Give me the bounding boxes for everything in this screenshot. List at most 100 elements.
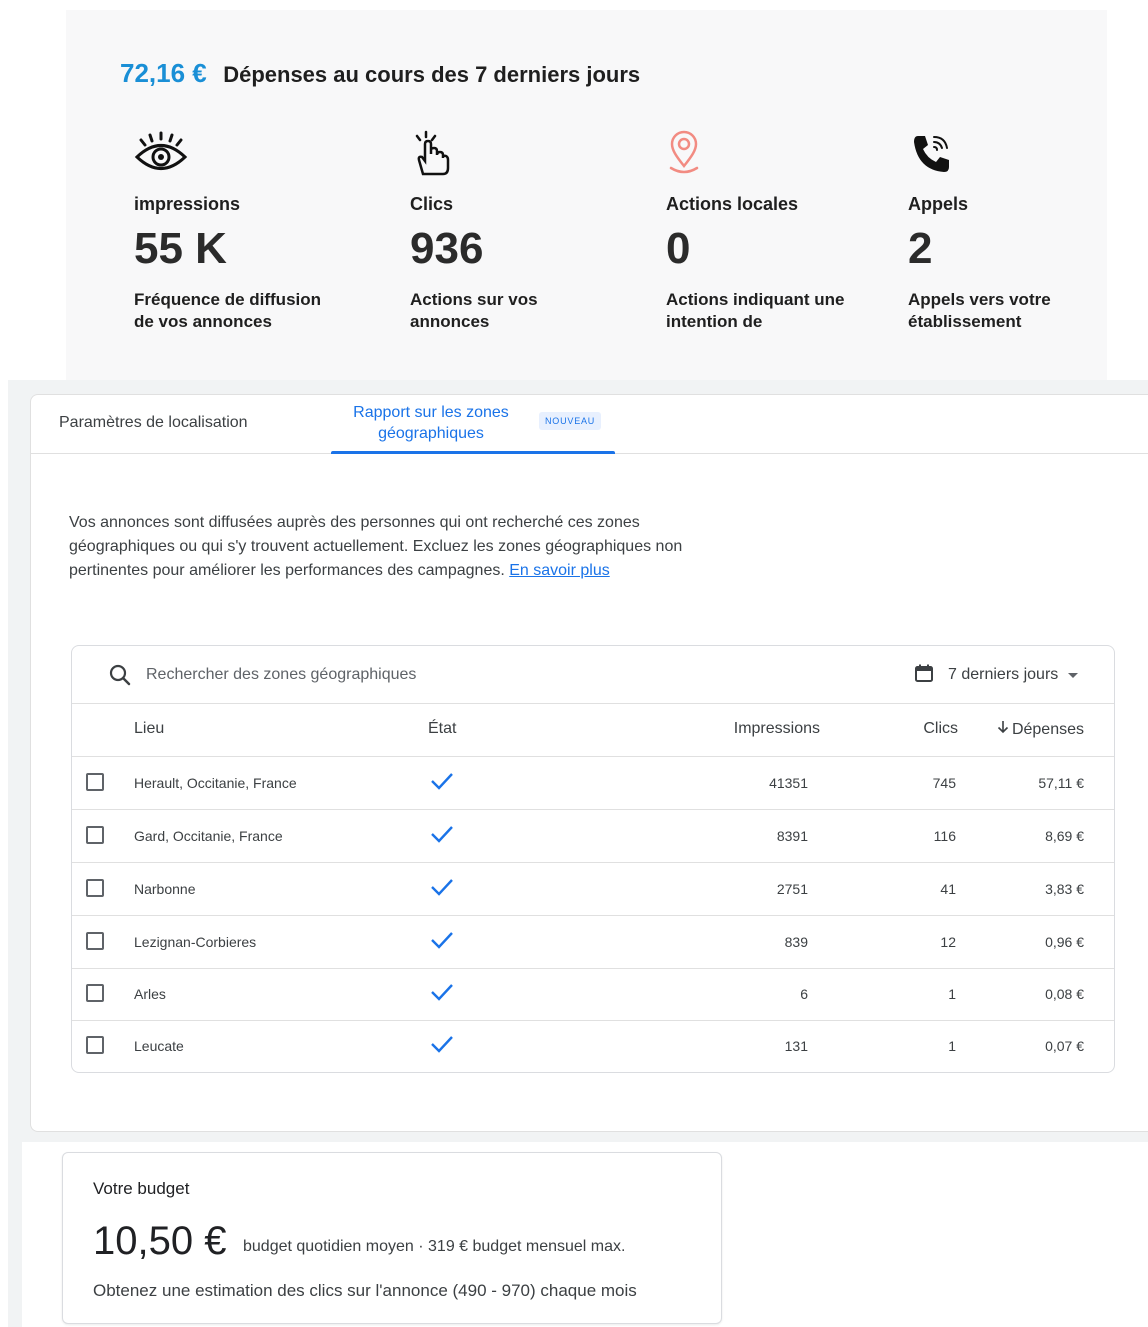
- tab-geo-report[interactable]: Rapport sur les zones géographiques NOUV…: [331, 402, 615, 454]
- tab-geo-report-line: Rapport sur les zones: [353, 404, 509, 421]
- metric-label: Appels: [908, 194, 969, 214]
- table-row: Arles 6 1 0,08 €: [72, 968, 1114, 1021]
- sort-arrow-down-icon: [997, 720, 1009, 739]
- metric-value: 55 K: [134, 224, 227, 273]
- column-header-cost-label: Dépenses: [1011, 720, 1084, 738]
- table-toolbar: 7 derniers jours: [72, 646, 1114, 704]
- geo-table: 7 derniers jours Lieu État Impressions C…: [71, 645, 1115, 1073]
- place-cell: Arles: [134, 986, 166, 1002]
- metric-description-line: Actions indiquant une: [666, 290, 845, 309]
- checkmark-icon: [430, 930, 454, 950]
- column-header-cost[interactable]: Dépenses: [997, 720, 1084, 739]
- checkmark-icon: [430, 1034, 454, 1054]
- clicks-cell: 41: [940, 881, 956, 897]
- tab-geo-report-label: Rapport sur les zones géographiques: [331, 402, 531, 444]
- new-badge: NOUVEAU: [539, 412, 602, 430]
- tab-geo-report-line: géographiques: [378, 425, 484, 442]
- row-checkbox[interactable]: [86, 984, 104, 1002]
- cost-cell: 3,83 €: [1045, 881, 1084, 897]
- row-checkbox[interactable]: [86, 773, 104, 791]
- clicks-cell: 1: [948, 986, 956, 1002]
- search-icon: [108, 663, 132, 687]
- column-header-place[interactable]: Lieu: [134, 720, 164, 738]
- metric-local-actions: Actions locales 0 Actions indiquant une …: [666, 130, 906, 333]
- metric-description: Actions indiquant une intention de: [666, 289, 906, 333]
- date-range-selector[interactable]: 7 derniers jours: [914, 662, 1079, 688]
- metric-description-line: Appels vers votre: [908, 290, 1051, 309]
- table-row: Lezignan-Corbieres 839 12 0,96 €: [72, 916, 1114, 969]
- place-cell: Lezignan-Corbieres: [134, 934, 257, 950]
- intro-text: Vos annonces sont diffusées auprès des p…: [69, 511, 729, 583]
- metric-description: Appels vers votre établissement: [908, 289, 1148, 333]
- place-cell: Gard, Occitanie, France: [134, 828, 283, 844]
- cost-cell: 0,07 €: [1045, 1038, 1084, 1054]
- column-header-clicks[interactable]: Clics: [923, 720, 958, 738]
- cost-cell: 0,08 €: [1045, 986, 1084, 1002]
- search-input[interactable]: [144, 660, 648, 690]
- metric-value: 0: [666, 224, 691, 273]
- left-border-strip: [8, 1142, 22, 1327]
- row-checkbox[interactable]: [86, 879, 104, 897]
- tab-bar: Paramètres de localisation Rapport sur l…: [31, 395, 1148, 454]
- column-header-impressions[interactable]: Impressions: [734, 720, 820, 738]
- spend-title: Dépenses au cours des 7 derniers jours: [223, 62, 641, 87]
- spend-amount: 72,16 €: [120, 58, 207, 88]
- click-hand-icon: [410, 130, 650, 182]
- place-cell: Leucate: [134, 1038, 184, 1054]
- impressions-cell: 131: [784, 1038, 808, 1054]
- table-body: Herault, Occitanie, France 41351 745 57,…: [72, 757, 1114, 1071]
- place-cell: Narbonne: [134, 881, 196, 897]
- metric-description-line: annonces: [410, 312, 490, 331]
- active-tab-indicator: [331, 451, 615, 454]
- metric-label: Actions locales: [666, 194, 799, 214]
- clicks-cell: 116: [933, 828, 956, 844]
- checkmark-icon: [430, 771, 454, 791]
- table-header: Lieu État Impressions Clics Dépenses: [72, 703, 1114, 757]
- geo-panel-background: Paramètres de localisation Rapport sur l…: [8, 380, 1148, 1142]
- metric-label: impressions: [134, 194, 241, 214]
- clicks-cell: 745: [932, 775, 956, 791]
- checkmark-icon: [430, 982, 454, 1002]
- calendar-icon: [914, 663, 934, 688]
- date-range-label: 7 derniers jours: [948, 666, 1059, 683]
- cost-cell: 57,11 €: [1038, 775, 1084, 791]
- table-row: Narbonne 2751 41 3,83 €: [72, 863, 1114, 916]
- cost-cell: 0,96 €: [1045, 934, 1084, 950]
- metric-clicks: Clics 936 Actions sur vos annonces: [410, 130, 650, 333]
- click-estimate: Obtenez une estimation des clics sur l'a…: [93, 1281, 637, 1300]
- metric-calls: Appels 2 Appels vers votre établissement: [908, 130, 1148, 333]
- metric-description: Fréquence de diffusion de vos annonces: [134, 289, 374, 333]
- impressions-cell: 6: [800, 986, 808, 1002]
- place-cell: Herault, Occitanie, France: [134, 775, 297, 791]
- metric-description-line: intention de: [666, 312, 763, 331]
- learn-more-link[interactable]: En savoir plus: [509, 562, 610, 579]
- metric-impressions: impressions 55 K Fréquence de diffusion …: [134, 130, 374, 333]
- clicks-cell: 12: [940, 934, 956, 950]
- clicks-cell: 1: [948, 1038, 956, 1054]
- metric-label: Clics: [410, 194, 454, 214]
- eye-icon: [134, 130, 374, 182]
- spend-summary-panel: 72,16 € Dépenses au cours des 7 derniers…: [66, 10, 1107, 380]
- budget-title: Votre budget: [93, 1179, 190, 1198]
- metric-value: 2: [908, 224, 933, 273]
- tab-location-settings[interactable]: Paramètres de localisation: [59, 414, 248, 432]
- column-header-state[interactable]: État: [428, 720, 456, 738]
- metric-value: 936: [410, 224, 484, 273]
- budget-amount: 10,50 €: [93, 1219, 227, 1263]
- impressions-cell: 41351: [769, 775, 808, 791]
- impressions-cell: 8391: [776, 828, 808, 844]
- table-row: Gard, Occitanie, France 8391 116 8,69 €: [72, 810, 1114, 863]
- row-checkbox[interactable]: [86, 826, 104, 844]
- cost-cell: 8,69 €: [1045, 828, 1084, 844]
- geo-report-card: Paramètres de localisation Rapport sur l…: [30, 394, 1148, 1132]
- row-checkbox[interactable]: [86, 932, 104, 950]
- metric-description-line: Actions sur vos: [410, 290, 538, 309]
- row-checkbox[interactable]: [86, 1036, 104, 1054]
- impressions-cell: 839: [784, 934, 808, 950]
- checkmark-icon: [430, 824, 454, 844]
- impressions-cell: 2751: [776, 881, 808, 897]
- table-row: Leucate 131 1 0,07 €: [72, 1020, 1114, 1072]
- dropdown-caret-icon: [1068, 672, 1079, 678]
- table-row: Herault, Occitanie, France 41351 745 57,…: [72, 757, 1114, 810]
- metric-description-line: Fréquence de diffusion: [134, 290, 322, 309]
